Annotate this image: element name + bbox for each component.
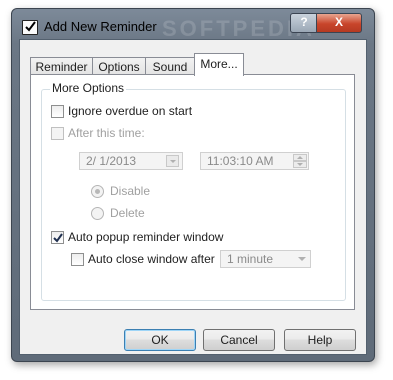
- date-value: 2/ 1/2013: [86, 154, 137, 168]
- tab-more[interactable]: More...: [194, 53, 244, 76]
- radio-delete-label: Delete: [110, 206, 145, 220]
- radio-disable[interactable]: [91, 184, 104, 198]
- radio-disable-row[interactable]: Disable: [91, 184, 150, 198]
- app-icon: [22, 20, 38, 35]
- tab-options[interactable]: Options: [92, 57, 146, 75]
- time-picker[interactable]: 11:03:10 AM: [200, 152, 309, 170]
- title-bar[interactable]: Add New Reminder SOFTPEDIA ? X: [12, 9, 374, 41]
- ok-button[interactable]: OK: [124, 329, 196, 351]
- ignore-overdue-label: Ignore overdue on start: [68, 104, 193, 118]
- after-this-time-row[interactable]: After this time:: [51, 126, 145, 140]
- auto-popup-row[interactable]: Auto popup reminder window: [51, 230, 223, 244]
- calendar-dropdown-icon[interactable]: [166, 155, 179, 167]
- auto-close-row[interactable]: Auto close window after: [71, 252, 215, 266]
- title-close-button[interactable]: X: [316, 13, 362, 33]
- auto-close-duration-value: 1 minute: [227, 252, 274, 266]
- tab-panel-more: More Options Ignore overdue on start Aft…: [30, 74, 355, 310]
- time-value: 11:03:10 AM: [207, 154, 274, 168]
- chevron-down-icon: [298, 257, 306, 261]
- after-this-time-label: After this time:: [68, 126, 145, 140]
- date-picker[interactable]: 2/ 1/2013: [79, 152, 183, 170]
- ignore-overdue-checkbox[interactable]: [51, 104, 64, 118]
- spin-down-icon[interactable]: [293, 161, 307, 168]
- radio-delete-row[interactable]: Delete: [91, 206, 145, 220]
- time-spinner[interactable]: [293, 154, 307, 168]
- after-this-time-checkbox[interactable]: [51, 126, 64, 140]
- more-options-group: More Options Ignore overdue on start Aft…: [41, 81, 346, 301]
- window-title: Add New Reminder: [44, 19, 157, 34]
- cancel-button[interactable]: Cancel: [203, 329, 275, 351]
- auto-close-checkbox[interactable]: [71, 252, 84, 266]
- ignore-overdue-row[interactable]: Ignore overdue on start: [51, 104, 192, 118]
- auto-popup-label: Auto popup reminder window: [68, 230, 224, 244]
- radio-delete[interactable]: [91, 206, 104, 220]
- tab-reminder[interactable]: Reminder: [30, 57, 93, 75]
- auto-close-label: Auto close window after: [88, 252, 215, 266]
- help-button[interactable]: Help: [284, 329, 356, 351]
- checkmark-icon: [53, 232, 63, 243]
- dialog-window: Add New Reminder SOFTPEDIA ? X Reminder …: [11, 8, 375, 362]
- auto-popup-checkbox[interactable]: [51, 230, 64, 244]
- group-title: More Options: [50, 81, 127, 95]
- spin-up-icon[interactable]: [293, 154, 307, 161]
- auto-close-duration-select[interactable]: 1 minute: [220, 250, 311, 268]
- tab-sound[interactable]: Sound: [145, 57, 195, 75]
- dialog-client: Reminder Options Sound More... More Opti…: [19, 39, 367, 355]
- title-help-button[interactable]: ?: [290, 13, 318, 33]
- radio-disable-label: Disable: [110, 184, 151, 198]
